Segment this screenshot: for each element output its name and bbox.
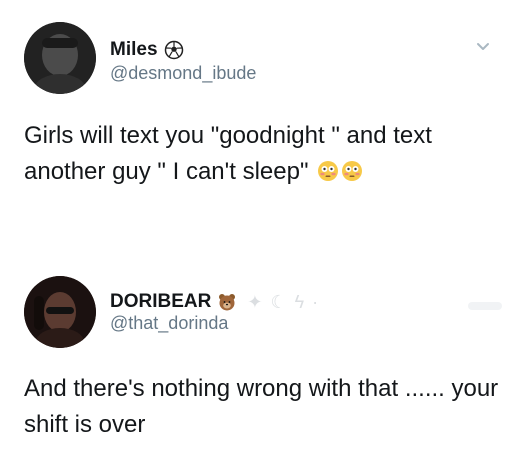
tweet-text: And there's nothing wrong with that ....… [24,375,499,438]
flushed-face-icon [341,157,363,181]
avatar[interactable] [24,276,96,348]
avatar-image [24,22,96,94]
user-handle[interactable]: @that_dorinda [110,312,228,334]
display-name-row[interactable]: Miles [110,38,184,62]
avatar-image [24,276,96,348]
lightning-icon: ϟ [294,292,305,312]
faint-menu-icon[interactable] [468,302,502,310]
tweet-text: Girls will text you "goodnight " and tex… [24,122,432,185]
chevron-down-icon[interactable] [472,36,494,58]
display-name-row[interactable]: DORIBEAR ✦ ☾ ϟ · [110,290,318,314]
avatar[interactable] [24,22,96,94]
tweet-body: And there's nothing wrong with that ....… [24,371,504,443]
crescent-moon-icon: ☾ [270,292,287,312]
display-name[interactable]: DORIBEAR [110,290,211,314]
user-handle[interactable]: @desmond_ibude [110,62,256,84]
decorative-symbols: ✦ ☾ ϟ · [247,290,318,314]
tweet-card: Miles @desmond_ibude Girls will text you… [0,0,520,230]
sparkle-icon: ✦ [247,292,263,312]
tweet-body: Girls will text you "goodnight " and tex… [24,118,504,190]
faint-star-icon: · [312,292,319,312]
bear-face-icon [217,292,237,312]
soccer-ball-icon [164,40,184,60]
flushed-face-icon [317,157,339,181]
display-name[interactable]: Miles [110,38,158,62]
tweet-card: DORIBEAR ✦ ☾ ϟ · @that_dorinda And there… [0,258,520,476]
